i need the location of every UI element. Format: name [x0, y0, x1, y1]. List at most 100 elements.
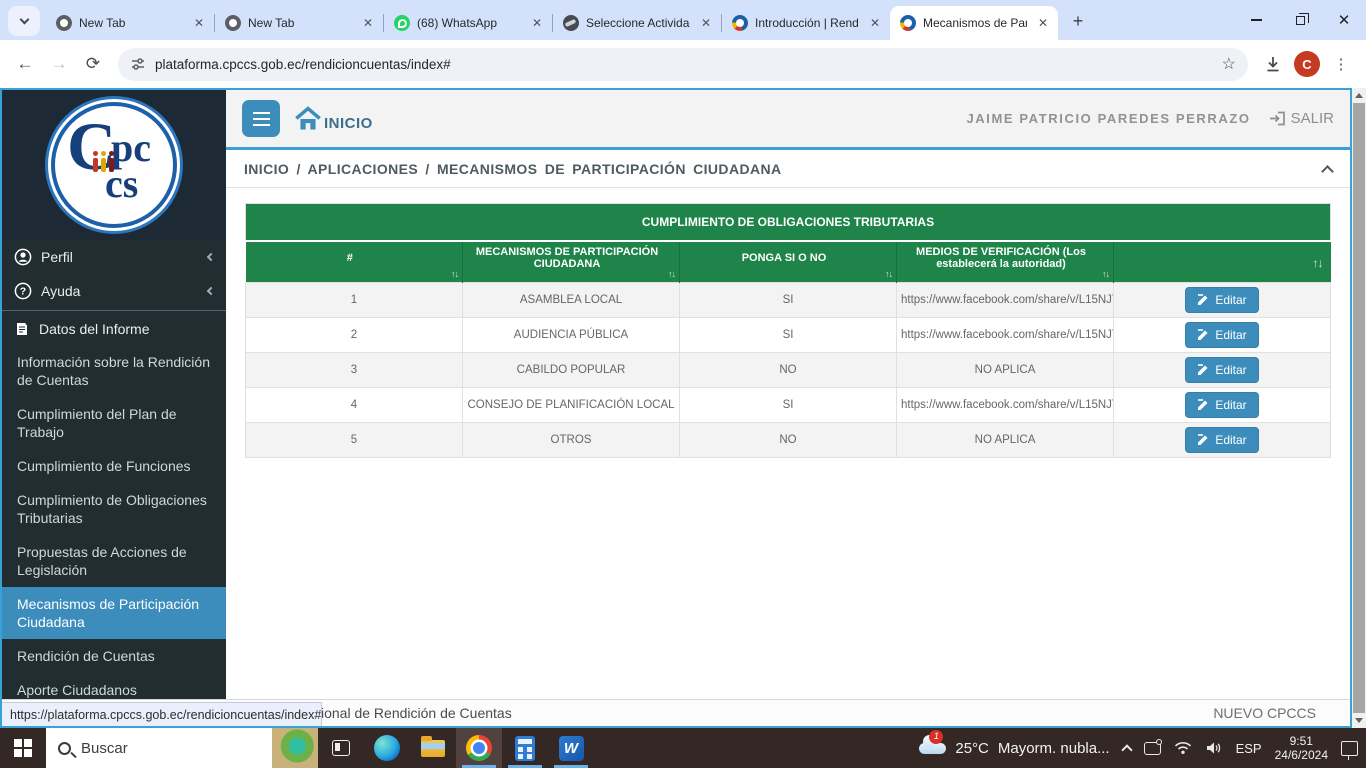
tab-seleccione-actividad[interactable]: Seleccione Actividad ✕: [553, 6, 721, 40]
language-indicator[interactable]: ESP: [1236, 741, 1262, 756]
file-explorer-button[interactable]: [410, 728, 456, 768]
sort-icon[interactable]: ↑↓: [668, 269, 675, 279]
editar-button[interactable]: Editar: [1185, 322, 1258, 348]
action-center-icon[interactable]: [1341, 741, 1358, 756]
cloud-icon: 1: [919, 743, 946, 754]
forward-button[interactable]: →: [44, 49, 74, 79]
sort-icon[interactable]: ↑↓: [1102, 269, 1109, 279]
sidebar-item-ayuda[interactable]: ? Ayuda: [2, 274, 226, 308]
profile-avatar[interactable]: C: [1292, 49, 1322, 79]
cell-medios: https://www.facebook.com/share/v/L15NJTF…: [897, 388, 1114, 423]
tab-close-icon[interactable]: ✕: [697, 14, 715, 32]
cpccs-logo: C pc cs: [51, 102, 177, 228]
sort-icon[interactable]: ↑↓: [1313, 256, 1323, 270]
column-header-num[interactable]: # ↑↓: [246, 241, 463, 283]
tab-close-icon[interactable]: ✕: [528, 14, 546, 32]
tab-close-icon[interactable]: ✕: [190, 14, 208, 32]
tab-new-tab-1[interactable]: New Tab ✕: [46, 6, 214, 40]
search-icon: [58, 742, 71, 755]
collapse-chevron-up-icon[interactable]: [1321, 165, 1334, 178]
logo-figure: [93, 158, 98, 172]
edge-button[interactable]: [364, 728, 410, 768]
cell-mecanismo: CONSEJO DE PLANIFICACIÓN LOCAL: [463, 388, 680, 423]
sidebar-item-obligaciones[interactable]: Cumplimiento de Obligaciones Tributarias: [2, 483, 226, 535]
editar-button[interactable]: Editar: [1185, 287, 1258, 313]
windows-taskbar: Buscar 1 25°C Mayorm. nubla... ESP 9:51 …: [0, 728, 1366, 768]
sidebar-item-funciones[interactable]: Cumplimiento de Funciones: [2, 449, 226, 483]
sidebar-item-informacion[interactable]: Información sobre la Rendición de Cuenta…: [2, 345, 226, 397]
tab-whatsapp[interactable]: (68) WhatsApp ✕: [384, 6, 552, 40]
tab-new-tab-2[interactable]: New Tab ✕: [215, 6, 383, 40]
editar-button[interactable]: Editar: [1185, 427, 1258, 453]
tab-title: (68) WhatsApp: [417, 16, 521, 30]
tab-close-icon[interactable]: ✕: [866, 14, 884, 32]
editar-button[interactable]: Editar: [1185, 392, 1258, 418]
sidebar-item-perfil[interactable]: Perfil: [2, 240, 226, 274]
start-button[interactable]: [0, 728, 46, 768]
address-bar[interactable]: plataforma.cpccs.gob.ec/rendicioncuentas…: [118, 48, 1248, 81]
sidebar-item-label: Ayuda: [41, 283, 80, 299]
sidebar-item-aporte[interactable]: Aporte Ciudadanos: [2, 673, 226, 699]
column-header-ponga[interactable]: PONGA SI O NO ↑↓: [680, 241, 897, 283]
cell-num: 2: [246, 318, 463, 353]
scrollbar-thumb[interactable]: [1353, 103, 1365, 713]
bookmark-star-icon[interactable]: ☆: [1222, 54, 1236, 74]
chrome-button[interactable]: [456, 728, 502, 768]
sidebar-item-mecanismos-active[interactable]: Mecanismos de Participación Ciudadana: [2, 587, 226, 639]
task-view-button[interactable]: [318, 728, 364, 768]
wifi-icon[interactable]: [1174, 741, 1192, 755]
column-header-mecanismos[interactable]: MECANISMOS DE PARTICIPACIÓN CIUDADANA ↑↓: [463, 241, 680, 283]
sidebar: C pc cs Perfil ? Ayuda: [2, 90, 226, 699]
sidebar-item-datos-del-informe[interactable]: Datos del Informe: [2, 313, 226, 345]
back-button[interactable]: ←: [10, 49, 40, 79]
scroll-down-arrow-icon[interactable]: [1355, 718, 1363, 723]
calculator-button[interactable]: [502, 728, 548, 768]
downloads-button[interactable]: [1258, 49, 1288, 79]
sidebar-item-propuestas[interactable]: Propuestas de Acciones de Legislación: [2, 535, 226, 587]
editar-button[interactable]: Editar: [1185, 357, 1258, 383]
restore-button[interactable]: [1278, 0, 1322, 40]
page-topbar: INICIO JAIME PATRICIO PAREDES PERRAZO SA…: [226, 90, 1350, 150]
browser-scrollbar[interactable]: [1352, 88, 1366, 728]
user-name: JAIME PATRICIO PAREDES PERRAZO: [966, 111, 1250, 126]
scroll-up-arrow-icon[interactable]: [1355, 93, 1363, 98]
hamburger-menu-button[interactable]: [242, 100, 280, 137]
tab-introduccion[interactable]: Introducción | Rendic ✕: [722, 6, 890, 40]
window-controls: ✕: [1234, 0, 1366, 40]
browser-menu-icon[interactable]: ⋮: [1326, 49, 1356, 79]
sidebar-item-plan-trabajo[interactable]: Cumplimiento del Plan de Trabajo: [2, 397, 226, 449]
new-tab-button[interactable]: +: [1064, 7, 1092, 35]
minimize-button[interactable]: [1234, 0, 1278, 40]
close-button[interactable]: ✕: [1322, 0, 1366, 40]
tab-search-chevron-icon[interactable]: [8, 6, 40, 36]
sort-icon[interactable]: ↑↓: [451, 269, 458, 279]
home-link[interactable]: INICIO: [294, 106, 373, 132]
word-button[interactable]: [548, 728, 594, 768]
url-text[interactable]: plataforma.cpccs.gob.ec/rendicioncuentas…: [155, 57, 1213, 72]
search-input[interactable]: Buscar: [46, 728, 318, 768]
cell-ponga: NO: [680, 353, 897, 388]
tab-close-icon[interactable]: ✕: [359, 14, 377, 32]
sidebar-item-rendicion[interactable]: Rendición de Cuentas: [2, 639, 226, 673]
weather-widget[interactable]: 1 25°C Mayorm. nubla...: [919, 740, 1109, 757]
hidden-icons-chevron-icon[interactable]: [1121, 744, 1132, 755]
column-header-medios[interactable]: MEDIOS DE VERIFICACIÓN (Los establecerá …: [897, 241, 1114, 283]
clock[interactable]: 9:51 24/6/2024: [1275, 734, 1328, 762]
task-view-icon: [332, 740, 350, 756]
logout-button[interactable]: SALIR: [1269, 110, 1334, 127]
footer-left-text: cional de Rendición de Cuentas: [314, 705, 512, 721]
edge-icon: [374, 735, 400, 761]
volume-icon[interactable]: [1205, 741, 1223, 755]
tablet-mode-icon[interactable]: [1144, 742, 1161, 755]
column-header-actions[interactable]: ↑↓: [1114, 241, 1331, 283]
notification-badge: 1: [929, 730, 943, 744]
tab-mecanismos-active[interactable]: Mecanismos de Parti ✕: [890, 6, 1058, 40]
system-tray: 1 25°C Mayorm. nubla... ESP 9:51 24/6/20…: [919, 728, 1366, 768]
chevron-left-icon: [207, 287, 215, 295]
tab-close-icon[interactable]: ✕: [1034, 14, 1052, 32]
site-settings-icon[interactable]: [130, 56, 146, 72]
search-highlight-image[interactable]: [272, 728, 318, 768]
reload-button[interactable]: ⟳: [78, 49, 108, 79]
sort-icon[interactable]: ↑↓: [885, 269, 892, 279]
tab-title: New Tab: [248, 16, 352, 30]
